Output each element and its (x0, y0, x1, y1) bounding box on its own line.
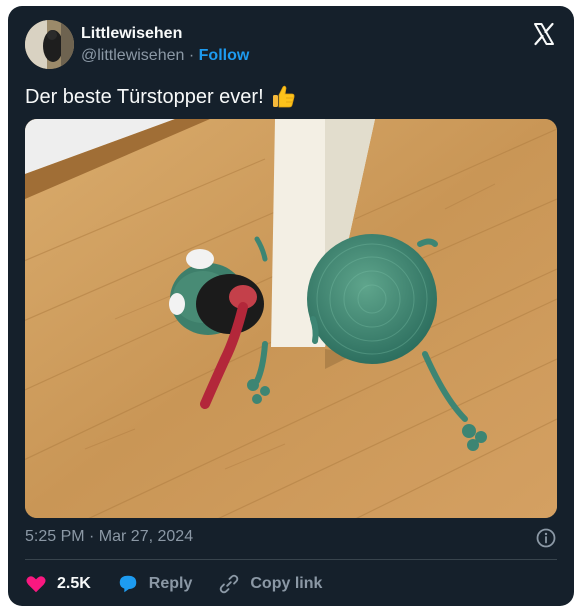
follow-button[interactable]: Follow (199, 47, 250, 64)
thumbs-up-emoji-icon (272, 85, 295, 108)
tweet-text: Der beste Türstopper ever! (25, 85, 264, 108)
tweet-text-row: Der beste Türstopper ever! (25, 84, 296, 110)
x-logo-icon[interactable] (532, 22, 556, 46)
heart-icon (26, 576, 46, 593)
info-icon[interactable] (535, 527, 557, 549)
door-stopper-photo (25, 119, 557, 518)
author-handle-row: @littlewisehen · Follow (81, 47, 249, 65)
tweet-timestamp[interactable]: 5:25 PM · Mar 27, 2024 (25, 528, 193, 546)
author-display-name[interactable]: Littlewisehen (81, 25, 182, 43)
separator-dot: · (188, 47, 195, 64)
author-handle[interactable]: @littlewisehen (81, 47, 184, 64)
speech-bubble-icon (119, 575, 137, 593)
link-icon (220, 574, 239, 594)
actions-divider (25, 559, 557, 560)
like-count: 2.5K (57, 575, 91, 592)
tweet-actions-bar: 2.5K Reply Copy link (25, 569, 348, 599)
avatar[interactable] (25, 20, 74, 69)
reply-label: Reply (148, 575, 193, 592)
reply-button[interactable]: Reply (117, 573, 193, 595)
copy-link-button[interactable]: Copy link (218, 573, 322, 595)
copy-link-label: Copy link (250, 575, 323, 592)
like-button[interactable]: 2.5K (25, 573, 91, 595)
tweet-embed-card: Littlewisehen @littlewisehen · Follow De… (8, 6, 574, 606)
tweet-photo[interactable] (25, 119, 557, 518)
